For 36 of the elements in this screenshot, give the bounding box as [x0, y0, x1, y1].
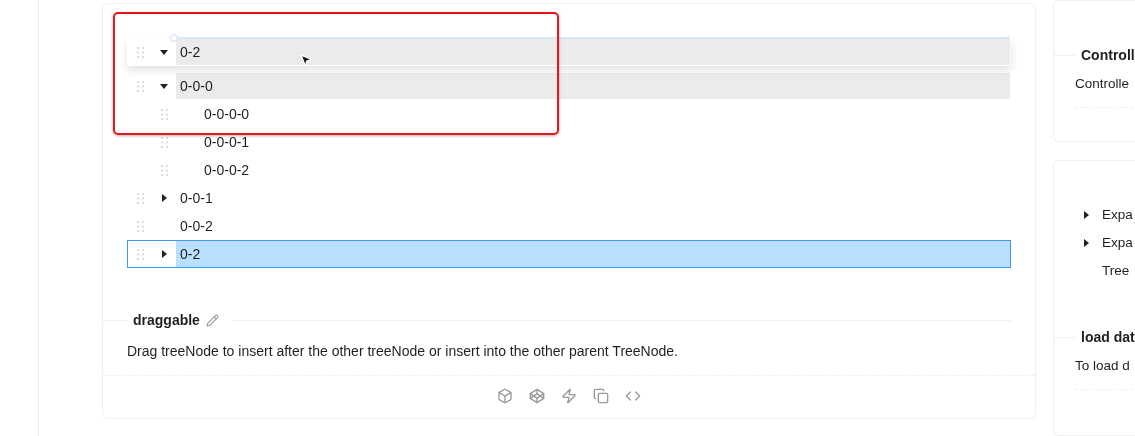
lightning-icon[interactable] [561, 388, 577, 404]
tree-node[interactable]: 0-0-0-2 [127, 156, 1011, 184]
tree-node[interactable]: Expa [1073, 201, 1135, 230]
tree-node[interactable]: 0-0-2 [127, 212, 1011, 240]
demo-description: Drag treeNode to insert after the other treeNode or insert into the other parent TreeNode. [127, 343, 679, 361]
drag-handle-icon [136, 46, 144, 58]
caret-icon[interactable] [1081, 238, 1091, 249]
caret-icon[interactable] [159, 47, 169, 57]
code-icon[interactable] [625, 388, 641, 404]
drag-handle-icon[interactable] [160, 164, 168, 176]
codepen-icon[interactable] [529, 388, 545, 404]
demo-description: To load d [1075, 358, 1130, 374]
tree-node[interactable]: Tree [1073, 257, 1135, 286]
drag-handle-icon[interactable] [136, 220, 144, 232]
caret-icon[interactable] [1081, 210, 1091, 221]
drag-handle-icon[interactable] [160, 136, 168, 148]
demo-description: Controlle [1075, 76, 1130, 91]
demo-title: draggable [133, 312, 200, 328]
tree-node[interactable]: 0-0-0-0 [127, 100, 1011, 128]
pointer-icon [299, 52, 313, 68]
caret-icon[interactable] [159, 193, 169, 203]
copy-icon[interactable] [593, 388, 609, 404]
drag-handle-icon[interactable] [136, 80, 144, 92]
demo-title: load dat [1081, 329, 1135, 346]
tree-node[interactable]: 0-0-0-1 [127, 128, 1011, 156]
edit-icon[interactable] [205, 313, 219, 327]
tree-node[interactable]: Expa [1073, 229, 1135, 258]
drag-handle-icon[interactable] [136, 248, 144, 260]
cube-icon[interactable] [497, 388, 513, 404]
tree-node[interactable]: 0-0-1 [127, 184, 1011, 212]
drag-handle-icon[interactable] [160, 108, 168, 120]
drag-handle-icon[interactable] [136, 192, 144, 204]
caret-icon[interactable] [159, 81, 169, 91]
tree-node[interactable]: 0-2 [127, 240, 1011, 268]
caret-icon[interactable] [159, 249, 169, 259]
demo-title: Controll [1081, 47, 1135, 63]
